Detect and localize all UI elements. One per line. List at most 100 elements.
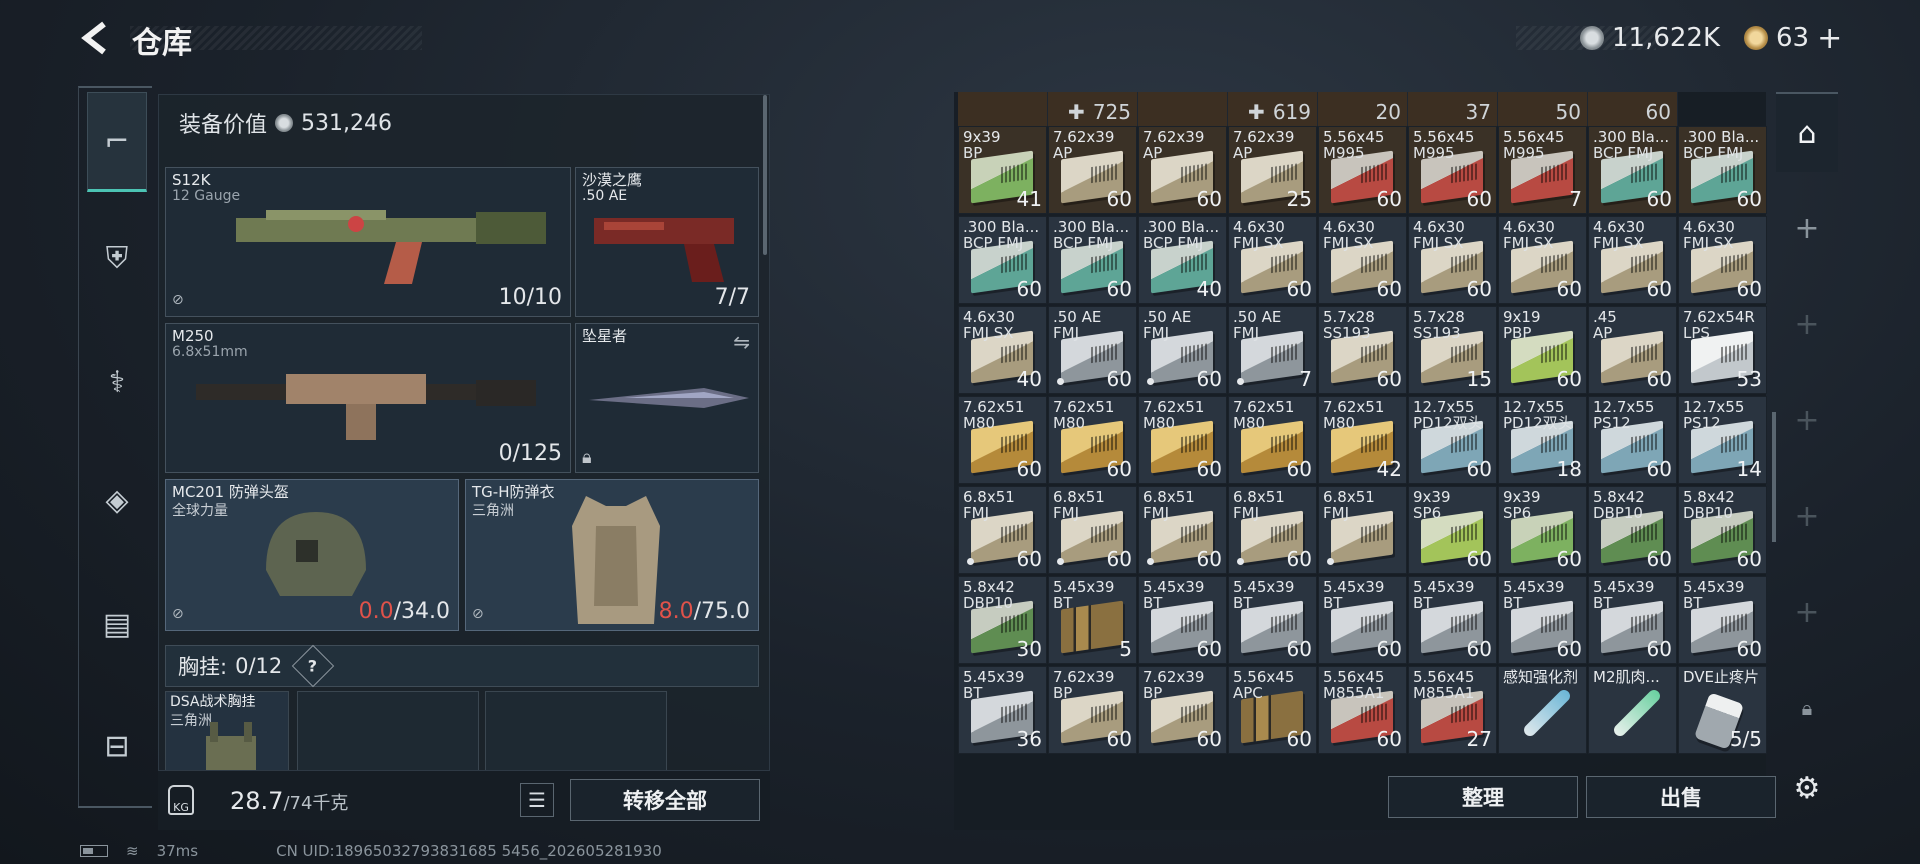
gold-currency[interactable]: 63 + — [1744, 20, 1842, 56]
inventory-item[interactable]: 6.8x51 FMJ — [1318, 486, 1407, 574]
inventory-item[interactable]: 4.6x30 FMJ SX 60 — [1588, 216, 1677, 304]
inventory-item[interactable]: 12.7x55 PS12 60 — [1588, 396, 1677, 484]
nav-backpack[interactable]: ◈ — [87, 450, 147, 550]
armor-slot[interactable]: TG-H防弹衣 三角洲 ⊘ 8.0/75.0 — [465, 479, 759, 631]
inventory-item[interactable]: 12.7x55 PD12双头 60 — [1408, 396, 1497, 484]
storage-home-tab[interactable]: ⌂ — [1776, 92, 1838, 172]
sort-button[interactable]: 整理 — [1388, 776, 1578, 818]
inventory-item[interactable]: M2肌肉... — [1588, 666, 1677, 754]
top-row-cell[interactable]: 20 — [1318, 92, 1408, 126]
inventory-item[interactable]: 5.56x45 M995 60 — [1318, 126, 1407, 214]
inventory-item[interactable]: 4.6x30 FMJ SX 60 — [1318, 216, 1407, 304]
inventory-item[interactable]: .300 Bla... BCP FMJ 40 — [1138, 216, 1227, 304]
inventory-item[interactable]: 12.7x55 PD12双头 18 — [1498, 396, 1587, 484]
nav-gear[interactable]: ⛨ — [87, 208, 147, 308]
back-arrow-icon[interactable] — [78, 20, 114, 56]
inventory-item[interactable]: 7.62x39 AP 60 — [1048, 126, 1137, 214]
sidearm-slot[interactable]: 沙漠之鹰 .50 AE 7/7 — [575, 167, 759, 317]
storage-page-locked[interactable]: 🔒︎ — [1776, 668, 1838, 748]
inventory-item[interactable]: .300 Bla... BCP FMJ 60 — [1678, 126, 1767, 214]
inventory-item[interactable]: .50 AE FMJ 7 — [1228, 306, 1317, 394]
inventory-item[interactable]: 5.45x39 BT 36 — [958, 666, 1047, 754]
inventory-item[interactable]: 9x19 PBP 60 — [1498, 306, 1587, 394]
list-view-icon[interactable]: ☰ — [520, 783, 554, 817]
inventory-item[interactable]: 5.45x39 BT 5 — [1048, 576, 1137, 664]
inventory-item[interactable]: 4.6x30 FMJ SX 40 — [958, 306, 1047, 394]
inventory-item[interactable]: 7.62x51 M80 60 — [1228, 396, 1317, 484]
top-row-cell[interactable] — [1138, 92, 1228, 126]
inventory-item[interactable]: 7.62x51 M80 42 — [1318, 396, 1407, 484]
inventory-item[interactable]: 5.56x45 M855A1 60 — [1318, 666, 1407, 754]
inventory-item[interactable]: 7.62x51 M80 60 — [958, 396, 1047, 484]
inventory-item[interactable]: 7.62x39 BP 60 — [1048, 666, 1137, 754]
transfer-all-button[interactable]: 转移全部 — [570, 779, 760, 821]
inventory-item[interactable]: 5.8x42 DBP10 60 — [1588, 486, 1677, 574]
inventory-item[interactable]: 7.62x51 M80 60 — [1048, 396, 1137, 484]
inventory-item[interactable]: 5.45x39 BT 60 — [1678, 576, 1767, 664]
inventory-item[interactable]: 7.62x51 M80 60 — [1138, 396, 1227, 484]
inventory-item[interactable]: 7.62x39 BP 60 — [1138, 666, 1227, 754]
inventory-item[interactable]: 5.45x39 BT 60 — [1228, 576, 1317, 664]
inventory-item[interactable]: 9x39 SP6 60 — [1408, 486, 1497, 574]
inventory-item[interactable]: .50 AE FMJ 60 — [1048, 306, 1137, 394]
inventory-item[interactable]: 5.56x45 M995 7 — [1498, 126, 1587, 214]
nav-medical[interactable]: ⚕ — [87, 332, 147, 432]
inventory-item[interactable]: 感知强化剂 — [1498, 666, 1587, 754]
inventory-item[interactable]: 5.7x28 SS193 15 — [1408, 306, 1497, 394]
storage-page-add-4[interactable]: + — [1776, 476, 1838, 556]
inventory-item[interactable]: 4.6x30 FMJ SX 60 — [1408, 216, 1497, 304]
inventory-item[interactable]: 5.45x39 BT 60 — [1138, 576, 1227, 664]
inventory-item[interactable]: 5.45x39 BT 60 — [1498, 576, 1587, 664]
inventory-item[interactable]: 6.8x51 FMJ 60 — [1228, 486, 1317, 574]
top-row-cell[interactable]: 60 — [1588, 92, 1678, 126]
top-row-cell[interactable] — [958, 92, 1048, 126]
inventory-item[interactable]: 9x39 SP6 60 — [1498, 486, 1587, 574]
inventory-item[interactable]: 12.7x55 PS12 14 — [1678, 396, 1767, 484]
inventory-item[interactable]: .300 Bla... BCP FMJ 60 — [958, 216, 1047, 304]
helmet-slot[interactable]: MC201 防弹头盔 全球力量 ⊘ 0.0/34.0 — [165, 479, 459, 631]
inventory-item[interactable]: 7.62x54R LPS 53 — [1678, 306, 1767, 394]
melee-slot[interactable]: 坠星者 ⇋ 🔒︎ — [575, 323, 759, 473]
inventory-item[interactable]: .300 Bla... BCP FMJ 60 — [1588, 126, 1677, 214]
inventory-item[interactable]: 5.45x39 BT 60 — [1588, 576, 1677, 664]
inventory-item[interactable]: DVE止疼片 5/5 — [1678, 666, 1767, 754]
inventory-item[interactable]: 4.6x30 FMJ SX 60 — [1678, 216, 1767, 304]
secondary-weapon-slot[interactable]: M250 6.8x51mm 0/125 — [165, 323, 571, 473]
nav-weapons[interactable]: ⌐ — [87, 92, 147, 192]
nav-case[interactable]: ▤ — [87, 574, 147, 674]
inventory-item[interactable]: 5.8x42 DBP10 60 — [1678, 486, 1767, 574]
inventory-item[interactable]: 7.62x39 AP 25 — [1228, 126, 1317, 214]
inventory-item[interactable]: 5.8x42 DBP10 30 — [958, 576, 1047, 664]
storage-page-add-5[interactable]: + — [1776, 572, 1838, 652]
help-icon[interactable]: ? — [292, 644, 335, 688]
inventory-item[interactable]: .300 Bla... BCP FMJ 60 — [1048, 216, 1137, 304]
swap-icon[interactable]: ⇋ — [733, 330, 750, 354]
inventory-item[interactable]: 5.45x39 BT 60 — [1318, 576, 1407, 664]
inventory-item[interactable]: .50 AE FMJ 60 — [1138, 306, 1227, 394]
storage-page-add-1[interactable]: + — [1776, 188, 1838, 268]
inventory-item[interactable]: 6.8x51 FMJ 60 — [958, 486, 1047, 574]
inventory-item[interactable]: 4.6x30 FMJ SX 60 — [1228, 216, 1317, 304]
nav-toolbox[interactable]: ⊟ — [87, 696, 147, 796]
inventory-item[interactable]: 4.6x30 FMJ SX 60 — [1498, 216, 1587, 304]
top-row-cell[interactable]: 50 — [1498, 92, 1588, 126]
inventory-item[interactable]: .45 AP 60 — [1588, 306, 1677, 394]
storage-page-add-2[interactable]: + — [1776, 284, 1838, 364]
storage-page-add-3[interactable]: + — [1776, 380, 1838, 460]
sell-button[interactable]: 出售 — [1586, 776, 1776, 818]
inventory-item[interactable]: 5.7x28 SS193 60 — [1318, 306, 1407, 394]
inventory-item[interactable]: 7.62x39 AP 60 — [1138, 126, 1227, 214]
inventory-item[interactable]: 5.45x39 BT 60 — [1408, 576, 1497, 664]
inventory-item[interactable]: 5.56x45 M995 60 — [1408, 126, 1497, 214]
equipment-scrollbar[interactable] — [763, 95, 767, 255]
inventory-item[interactable]: 5.56x45 M855A1 27 — [1408, 666, 1497, 754]
top-row-cell[interactable]: ✚ 619 — [1228, 92, 1318, 126]
settings-button[interactable]: ⚙ — [1776, 748, 1838, 828]
add-currency-icon[interactable]: + — [1817, 21, 1842, 56]
inventory-item[interactable]: 9x39 BP 41 — [958, 126, 1047, 214]
inventory-item[interactable]: 5.56x45 APC 60 — [1228, 666, 1317, 754]
inventory-item[interactable]: 6.8x51 FMJ 60 — [1048, 486, 1137, 574]
inventory-item[interactable]: 6.8x51 FMJ 60 — [1138, 486, 1227, 574]
top-row-cell[interactable]: ✚ 725 — [1048, 92, 1138, 126]
primary-weapon-slot[interactable]: S12K 12 Gauge ⊘ 10/10 — [165, 167, 571, 317]
